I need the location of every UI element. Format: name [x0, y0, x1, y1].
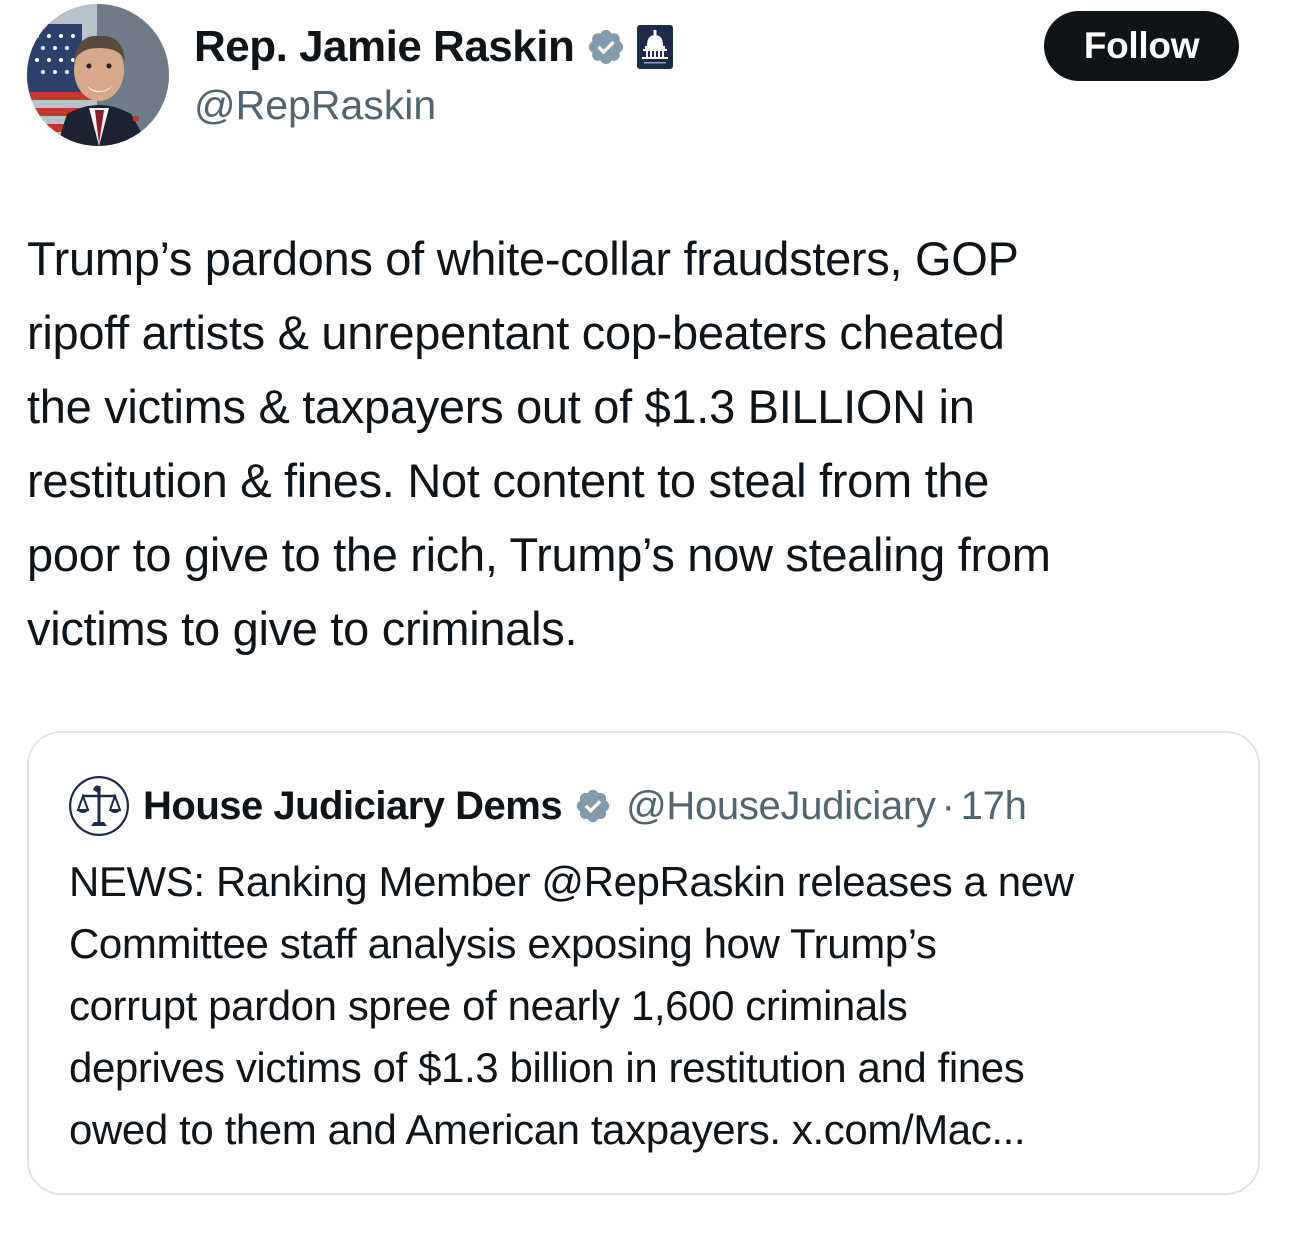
author-avatar[interactable] [27, 4, 169, 146]
quoted-tweet[interactable]: House Judiciary Dems @HouseJudiciary · 1… [27, 731, 1260, 1195]
meta-separator: · [941, 783, 955, 828]
verified-badge-icon[interactable] [586, 27, 626, 67]
quoted-text-line: NEWS: Ranking Member @RepRaskin releases… [69, 858, 1074, 905]
tweet-text: Trump’s pardons of white-collar fraudste… [27, 222, 1267, 666]
quoted-text-line: corrupt pardon spree of nearly 1,600 cri… [69, 982, 908, 1029]
follow-button[interactable]: Follow [1044, 11, 1239, 81]
tweet-text-line: the victims & taxpayers out of $1.3 BILL… [27, 380, 975, 433]
verified-badge-icon[interactable] [574, 787, 612, 825]
tweet-text-line: ripoff artists & unrepentant cop-beaters… [27, 306, 1005, 359]
tweet-text-line: Trump’s pardons of white-collar fraudste… [27, 232, 1019, 285]
quoted-text-line: owed to them and American taxpayers. x.c… [69, 1106, 1026, 1153]
quoted-author-handle[interactable]: @HouseJudiciary [626, 784, 936, 829]
quoted-tweet-header: House Judiciary Dems @HouseJudiciary · 1… [69, 775, 1027, 837]
quoted-tweet-text: NEWS: Ranking Member @RepRaskin releases… [69, 851, 1239, 1161]
scales-of-justice-icon [69, 776, 129, 836]
quoted-author-display-name[interactable]: House Judiciary Dems [143, 784, 563, 829]
profile-photo-icon [27, 4, 169, 146]
tweet-text-line: poor to give to the rich, Trump’s now st… [27, 528, 1051, 581]
quoted-author-avatar[interactable] [69, 776, 129, 836]
author-handle[interactable]: @RepRaskin [194, 82, 436, 129]
quoted-text-line: Committee staff analysis exposing how Tr… [69, 920, 937, 967]
tweet-card: Rep. Jamie Raskin @RepRaskin Follow Trum… [0, 0, 1290, 1243]
tweet-text-line: victims to give to criminals. [27, 602, 578, 655]
quoted-tweet-timestamp[interactable]: 17h [961, 784, 1027, 829]
house-democrats-capitol-icon[interactable] [636, 24, 674, 70]
author-display-name[interactable]: Rep. Jamie Raskin [194, 22, 575, 72]
quoted-text-line: deprives victims of $1.3 billion in rest… [69, 1044, 1025, 1091]
tweet-text-line: restitution & fines. Not content to stea… [27, 454, 990, 507]
author-name-row: Rep. Jamie Raskin [194, 18, 674, 76]
